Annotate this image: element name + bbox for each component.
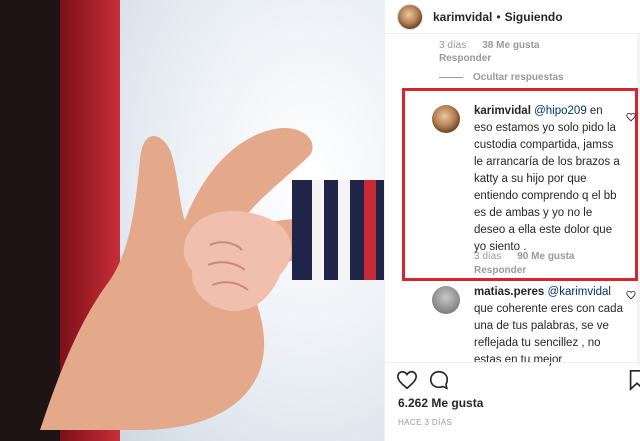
post-photo[interactable] xyxy=(0,0,384,441)
comment-avatar[interactable] xyxy=(432,286,460,314)
comment-mention[interactable]: @karimvidal xyxy=(548,286,611,298)
heart-outline-icon[interactable] xyxy=(396,369,418,391)
follow-status-button[interactable]: Siguiendo xyxy=(505,10,563,24)
comment-text: en eso estamos yo solo pido la custodia … xyxy=(474,105,620,253)
comment-body: matias.peres @karimvidal que coherente e… xyxy=(474,284,624,369)
comment-avatar[interactable] xyxy=(432,105,460,133)
comment-reply-button[interactable]: Responder xyxy=(474,265,526,276)
post-actions-bar xyxy=(384,362,640,396)
author-avatar[interactable] xyxy=(397,3,423,30)
comment-item: matias.peres @karimvidal que coherente e… xyxy=(432,284,632,366)
comment-username[interactable]: karimvidal xyxy=(474,105,531,117)
comment-username[interactable]: matias.peres xyxy=(474,286,544,298)
post-likes-count[interactable]: 6.262 Me gusta xyxy=(398,396,483,410)
prev-comment-reply-button[interactable]: Responder xyxy=(439,53,491,64)
comment-like-heart-icon[interactable] xyxy=(626,290,636,300)
comment-likes[interactable]: 90 Me gusta xyxy=(517,251,574,262)
photo-striped-cuff xyxy=(292,180,384,280)
header-separator: • xyxy=(496,9,501,24)
comment-like-heart-icon[interactable] xyxy=(626,112,636,122)
prev-comment-meta: 3 días 38 Me gusta xyxy=(439,40,540,51)
bookmark-icon[interactable] xyxy=(626,369,640,391)
comment-body: karimvidal @hipo209 en eso estamos yo so… xyxy=(474,103,624,256)
hide-replies-line xyxy=(439,77,463,78)
hide-replies-button[interactable]: Ocultar respuestas xyxy=(439,72,564,83)
speech-bubble-icon[interactable] xyxy=(428,369,450,391)
comment-meta: 3 días 90 Me gusta xyxy=(474,251,575,262)
prev-comment-likes[interactable]: 38 Me gusta xyxy=(482,40,539,51)
comment-time[interactable]: 3 días xyxy=(474,251,501,262)
comment-text: que coherente eres con cada una de tus p… xyxy=(474,303,623,366)
author-username[interactable]: karimvidal xyxy=(433,10,492,24)
prev-comment-time[interactable]: 3 días xyxy=(439,40,466,51)
post-time-ago: HACE 3 DÍAS xyxy=(398,418,453,427)
hide-replies-label: Ocultar respuestas xyxy=(473,72,564,83)
post-header: karimvidal • Siguiendo xyxy=(385,0,640,34)
comment-mention[interactable]: @hipo209 xyxy=(534,105,587,117)
